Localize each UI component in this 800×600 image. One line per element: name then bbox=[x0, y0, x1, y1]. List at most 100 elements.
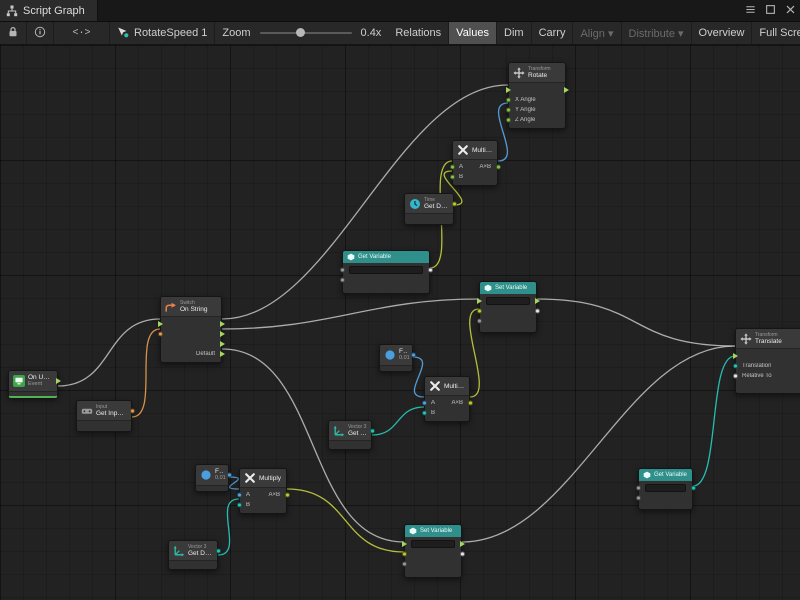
data-port[interactable] bbox=[477, 319, 482, 324]
flow-port[interactable] bbox=[56, 378, 61, 384]
node-set-variable-bottom[interactable]: Set Variable bbox=[404, 524, 462, 578]
port-dot-icon bbox=[450, 165, 455, 170]
node-titles: Float0.01 bbox=[215, 468, 224, 482]
toolbar-button-distribute[interactable]: Distribute ▾ bbox=[622, 22, 692, 44]
tab-script-graph[interactable]: Script Graph bbox=[0, 0, 98, 21]
menu-button[interactable] bbox=[740, 0, 760, 21]
node-on-update[interactable]: On UpdateEvent bbox=[8, 370, 58, 398]
toolbar-button-full-screen[interactable]: Full Screen bbox=[752, 22, 800, 44]
maximize-button[interactable] bbox=[760, 0, 780, 21]
toolbar-button-values[interactable]: Values bbox=[449, 22, 497, 44]
node-ports bbox=[343, 263, 429, 288]
data-port[interactable] bbox=[402, 552, 407, 557]
flow-arrow-icon bbox=[56, 378, 61, 384]
titlebar-spacer bbox=[98, 0, 740, 21]
data-port[interactable] bbox=[452, 201, 457, 206]
zoom-slider[interactable] bbox=[260, 32, 352, 34]
node-row bbox=[480, 306, 536, 316]
graph-canvas[interactable]: TransformRotateX AngleY AngleZ AngleMult… bbox=[0, 45, 800, 600]
data-port[interactable] bbox=[227, 473, 232, 478]
code-view-button[interactable]: <·> bbox=[54, 22, 110, 44]
data-port[interactable] bbox=[237, 493, 242, 498]
node-get-delta-time[interactable]: TimeGet Delta Time bbox=[404, 193, 454, 225]
node-multiply-top[interactable]: MultiplyAA×BB bbox=[452, 140, 498, 186]
node-translate[interactable]: TransformTranslateTranslationRelative To bbox=[735, 328, 800, 394]
data-port[interactable] bbox=[422, 411, 427, 416]
flow-port[interactable] bbox=[460, 541, 465, 547]
node-float-low[interactable]: Float0.01 bbox=[195, 464, 229, 492]
node-get-up[interactable]: Vector 3Get Up bbox=[328, 420, 372, 450]
data-port[interactable] bbox=[733, 374, 738, 379]
flow-port[interactable] bbox=[220, 341, 225, 347]
flow-port[interactable] bbox=[220, 351, 225, 357]
data-port[interactable] bbox=[506, 108, 511, 113]
zoom-slider-thumb[interactable] bbox=[296, 28, 305, 37]
flow-arrow-icon bbox=[220, 341, 225, 347]
variable-name-field[interactable] bbox=[645, 484, 686, 492]
data-port[interactable] bbox=[402, 562, 407, 567]
node-set-variable-mid[interactable]: Set Variable bbox=[479, 281, 537, 333]
data-port[interactable] bbox=[733, 364, 738, 369]
data-port[interactable] bbox=[428, 268, 433, 273]
data-port[interactable] bbox=[237, 503, 242, 508]
graph-name-chip[interactable]: RotateSpeed 1 bbox=[110, 22, 215, 44]
data-port[interactable] bbox=[340, 268, 345, 273]
toolbar-button-dim[interactable]: Dim bbox=[497, 22, 532, 44]
flow-port[interactable] bbox=[535, 298, 540, 304]
data-port[interactable] bbox=[370, 428, 375, 433]
data-port[interactable] bbox=[450, 175, 455, 180]
data-port[interactable] bbox=[450, 165, 455, 170]
data-port[interactable] bbox=[460, 552, 465, 557]
toolbar-button-overview[interactable]: Overview bbox=[692, 22, 753, 44]
close-button[interactable] bbox=[780, 0, 800, 21]
data-port[interactable] bbox=[496, 165, 501, 170]
flow-arrow-icon bbox=[477, 298, 482, 304]
flow-port[interactable] bbox=[564, 87, 569, 93]
data-port[interactable] bbox=[130, 408, 135, 413]
data-port[interactable] bbox=[158, 332, 163, 337]
variable-name-field[interactable] bbox=[411, 540, 455, 548]
data-port[interactable] bbox=[422, 401, 427, 406]
variable-name-field[interactable] bbox=[486, 297, 530, 305]
data-port[interactable] bbox=[285, 493, 290, 498]
wire-float-mid-to-multiply-mid bbox=[413, 357, 424, 397]
data-port[interactable] bbox=[411, 353, 416, 358]
node-rotate[interactable]: TransformRotateX AngleY AngleZ Angle bbox=[508, 62, 566, 129]
flow-port[interactable] bbox=[158, 321, 163, 327]
port-label: Default bbox=[196, 351, 215, 357]
node-multiply-mid[interactable]: MultiplyAA×BB bbox=[424, 376, 470, 422]
node-titles: Float0.01 bbox=[399, 348, 408, 362]
port-dot-icon bbox=[285, 493, 290, 498]
data-port[interactable] bbox=[506, 118, 511, 123]
flow-port[interactable] bbox=[733, 353, 738, 359]
node-switch-on-string[interactable]: SwitchOn StringDefault bbox=[160, 296, 222, 363]
flow-port[interactable] bbox=[220, 321, 225, 327]
data-port[interactable] bbox=[691, 486, 696, 491]
node-get-down[interactable]: Vector 3Get Down bbox=[168, 540, 218, 570]
data-port[interactable] bbox=[506, 98, 511, 103]
node-multiply-low[interactable]: MultiplyAA×BB bbox=[239, 468, 287, 514]
toolbar-button-carry[interactable]: Carry bbox=[532, 22, 574, 44]
node-title: Get Input String bbox=[96, 410, 127, 417]
float-icon bbox=[200, 469, 212, 481]
variable-name-field[interactable] bbox=[349, 266, 423, 274]
lock-button[interactable] bbox=[0, 22, 27, 44]
data-port[interactable] bbox=[468, 401, 473, 406]
flow-port[interactable] bbox=[477, 298, 482, 304]
node-get-input-string[interactable]: InputGet Input String bbox=[76, 400, 132, 432]
data-port[interactable] bbox=[216, 548, 221, 553]
node-float-mid[interactable]: Float0.01 bbox=[379, 344, 413, 372]
node-get-variable-right[interactable]: Get Variable bbox=[638, 468, 693, 510]
flow-port[interactable] bbox=[506, 87, 511, 93]
data-port[interactable] bbox=[477, 309, 482, 314]
data-port[interactable] bbox=[636, 486, 641, 491]
data-port[interactable] bbox=[340, 278, 345, 283]
toolbar-button-relations[interactable]: Relations bbox=[388, 22, 449, 44]
node-get-variable-top[interactable]: Get Variable bbox=[342, 250, 430, 294]
toolbar-button-align[interactable]: Align ▾ bbox=[573, 22, 621, 44]
info-button[interactable] bbox=[27, 22, 54, 44]
data-port[interactable] bbox=[636, 496, 641, 501]
flow-port[interactable] bbox=[402, 541, 407, 547]
flow-port[interactable] bbox=[220, 331, 225, 337]
data-port[interactable] bbox=[535, 309, 540, 314]
